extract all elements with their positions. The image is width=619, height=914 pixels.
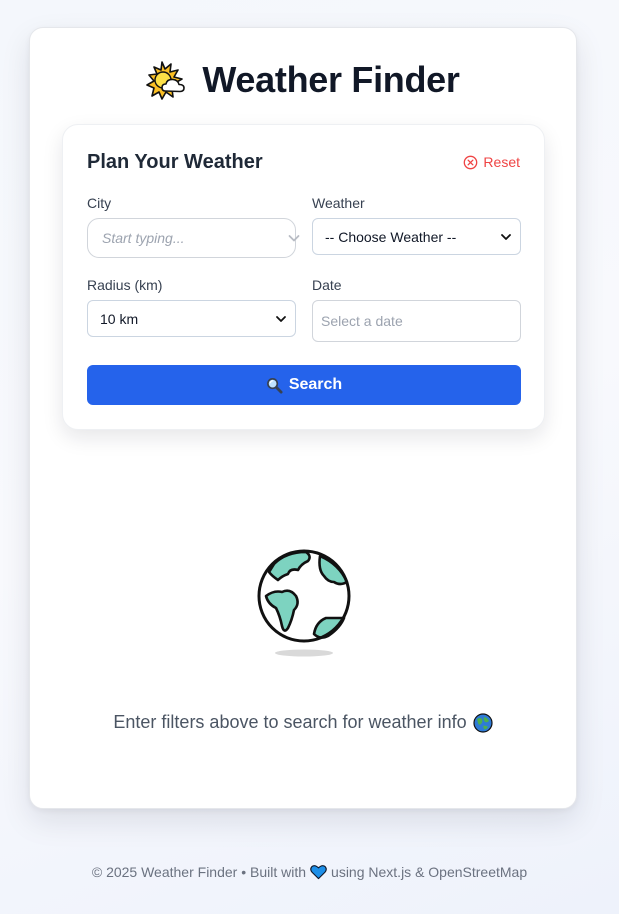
radius-field: Radius (km) 10 km — [87, 277, 296, 337]
weather-label: Weather — [312, 195, 365, 211]
globe-emoji-icon — [472, 712, 493, 733]
app-title: Weather Finder — [202, 59, 460, 100]
main-card: Weather Finder Plan Your Weather Reset C… — [29, 27, 577, 809]
date-field: Date — [312, 277, 521, 342]
date-label: Date — [312, 277, 342, 293]
globe-icon — [257, 549, 351, 657]
blue-heart-icon — [310, 865, 327, 880]
city-label: City — [87, 195, 112, 211]
chevron-down-icon — [288, 235, 300, 242]
close-circle-icon — [464, 155, 478, 169]
search-label: Search — [288, 376, 343, 393]
chevron-down-icon — [501, 233, 511, 240]
footer-suffix: using Next.js & OpenStreetMap — [331, 864, 528, 880]
city-field: City — [87, 195, 300, 258]
city-input[interactable] — [100, 229, 286, 247]
city-combobox[interactable] — [87, 218, 300, 258]
reset-button[interactable]: Reset — [463, 154, 520, 170]
chevron-down-icon — [276, 315, 286, 322]
date-input[interactable] — [312, 300, 521, 342]
radius-label: Radius (km) — [87, 277, 163, 293]
footer-prefix: © 2025 Weather Finder • Built with — [91, 864, 307, 880]
footer: © 2025 Weather Finder • Built with using… — [0, 864, 619, 880]
weather-select-value: -- Choose Weather -- — [325, 228, 457, 245]
magnifying-glass-icon — [266, 377, 283, 394]
search-button[interactable]: Search — [87, 365, 521, 405]
weather-field: Weather -- Choose Weather -- — [312, 195, 521, 255]
empty-state-text: Enter filters above to search for weathe… — [113, 712, 467, 732]
sun-behind-cloud-icon — [146, 61, 186, 100]
filter-panel: Plan Your Weather Reset City Weather — [62, 124, 545, 430]
radius-select[interactable]: 10 km — [87, 300, 296, 337]
radius-select-value: 10 km — [100, 310, 139, 327]
app-header: Weather Finder — [30, 58, 576, 102]
panel-title: Plan Your Weather — [87, 151, 263, 173]
empty-state-message: Enter filters above to search for weathe… — [30, 712, 576, 733]
reset-label: Reset — [483, 154, 520, 170]
weather-select[interactable]: -- Choose Weather -- — [312, 218, 521, 255]
city-dropdown-toggle[interactable] — [286, 219, 302, 257]
